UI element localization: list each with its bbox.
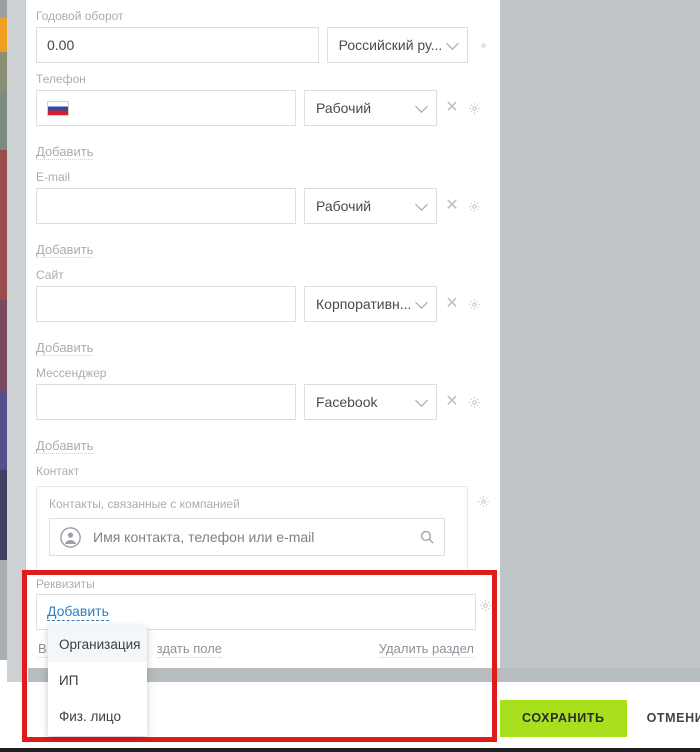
app-root: Годовой оборот 0.00 Российский ру... Тел… (0, 0, 700, 752)
select-field-link[interactable]: В (38, 641, 47, 658)
field-row-phone: Рабочий ✕ (36, 90, 490, 126)
gear-icon[interactable] (479, 599, 493, 613)
gear-icon[interactable] (467, 297, 481, 311)
requisites-add-field[interactable]: Добавить (36, 594, 476, 630)
add-phone-link[interactable]: Добавить (36, 135, 94, 160)
dropdown-item-individual[interactable]: Физ. лицо (48, 698, 147, 734)
currency-select-value: Российский ру... (338, 37, 443, 53)
remove-email-button[interactable]: ✕ (445, 196, 459, 216)
currency-select[interactable]: Российский ру... (326, 27, 469, 63)
email-type-select[interactable]: Рабочий (304, 188, 437, 224)
messenger-type-select[interactable]: Facebook (304, 384, 437, 420)
phone-type-value: Рабочий (316, 100, 372, 116)
field-group-annual-turnover: Годовой оборот 0.00 Российский ру... (36, 0, 490, 63)
messenger-input[interactable] (36, 384, 296, 420)
gear-icon[interactable] (476, 38, 490, 52)
gear-icon[interactable] (467, 395, 481, 409)
add-messenger-link[interactable]: Добавить (36, 429, 94, 454)
field-group-email: E-mail Рабочий ✕ Добавить (36, 161, 490, 259)
delete-section-link[interactable]: Удалить раздел (378, 641, 474, 658)
chevron-down-icon (415, 296, 428, 309)
chevron-down-icon (415, 394, 428, 407)
contact-search-field[interactable]: Имя контакта, телефон или e-mail (49, 518, 445, 556)
email-type-value: Рабочий (316, 198, 372, 214)
dropdown-item-label: ИП (59, 672, 79, 688)
person-icon (60, 526, 81, 548)
linked-contacts-caption: Контакты, связанные с компанией (49, 497, 240, 511)
field-group-messenger: Мессенджер Facebook ✕ Добавить (36, 357, 490, 455)
gear-icon[interactable] (467, 101, 481, 115)
field-label-website: Сайт (36, 268, 64, 282)
website-input[interactable] (36, 286, 296, 322)
add-phone-wrap: Добавить (36, 126, 490, 161)
chevron-down-icon (415, 100, 428, 113)
dropdown-item-ip[interactable]: ИП (48, 662, 147, 698)
website-type-value: Корпоративн... (316, 296, 412, 312)
create-field-link[interactable]: здать поле (156, 641, 223, 658)
annual-turnover-input[interactable]: 0.00 (36, 27, 319, 63)
app-left-color-strip (0, 0, 7, 752)
remove-website-button[interactable]: ✕ (445, 294, 459, 314)
phone-type-select[interactable]: Рабочий (304, 90, 437, 126)
field-row-website: Корпоративн... ✕ (36, 286, 490, 322)
phone-input[interactable] (36, 90, 296, 126)
field-row-annual-turnover: 0.00 Российский ру... (36, 27, 490, 63)
field-label-email: E-mail (36, 170, 71, 184)
chevron-down-icon (415, 198, 428, 211)
save-button[interactable]: СОХРАНИТЬ (500, 700, 627, 737)
website-type-select[interactable]: Корпоративн... (304, 286, 437, 322)
requisites-add-link[interactable]: Добавить (47, 603, 109, 621)
requisites-label: Реквизиты (36, 577, 95, 591)
page-background-right (500, 0, 700, 682)
field-label-messenger: Мессенджер (36, 366, 107, 380)
form-action-buttons: СОХРАНИТЬ ОТМЕНИТЬ (500, 700, 700, 737)
dropdown-item-organization[interactable]: Организация (48, 626, 147, 662)
chevron-down-icon (446, 37, 459, 50)
field-group-website: Сайт Корпоративн... ✕ Добавить (36, 259, 490, 357)
add-messenger-wrap: Добавить (36, 420, 490, 455)
add-email-link[interactable]: Добавить (36, 233, 94, 258)
horizontal-scrollbar-track[interactable] (493, 668, 700, 682)
add-website-wrap: Добавить (36, 322, 490, 357)
field-row-email: Рабочий ✕ (36, 188, 490, 224)
field-label-contact: Контакт (36, 464, 80, 478)
remove-phone-button[interactable]: ✕ (445, 98, 459, 118)
gear-icon[interactable] (467, 199, 481, 213)
field-label-annual-turnover: Годовой оборот (36, 9, 124, 23)
window-bottom-edge (0, 748, 700, 752)
left-gutter (7, 0, 26, 752)
email-input[interactable] (36, 188, 296, 224)
add-email-wrap: Добавить (36, 224, 490, 259)
contact-search-placeholder: Имя контакта, телефон или e-mail (93, 529, 315, 545)
cancel-button[interactable]: ОТМЕНИТЬ (631, 700, 700, 737)
field-row-messenger: Facebook ✕ (36, 384, 490, 420)
dropdown-item-label: Физ. лицо (59, 708, 122, 724)
add-website-link[interactable]: Добавить (36, 331, 94, 356)
remove-messenger-button[interactable]: ✕ (445, 392, 459, 412)
requisites-type-dropdown: Организация ИП Физ. лицо (48, 626, 147, 736)
field-group-phone: Телефон Рабочий ✕ Добавить (36, 63, 490, 161)
field-label-phone: Телефон (36, 72, 86, 86)
search-icon[interactable] (420, 530, 434, 544)
russia-flag-icon (47, 100, 69, 116)
gear-icon[interactable] (476, 494, 490, 508)
messenger-type-value: Facebook (316, 394, 378, 410)
annual-turnover-value: 0.00 (47, 37, 75, 53)
dropdown-item-label: Организация (59, 636, 141, 652)
